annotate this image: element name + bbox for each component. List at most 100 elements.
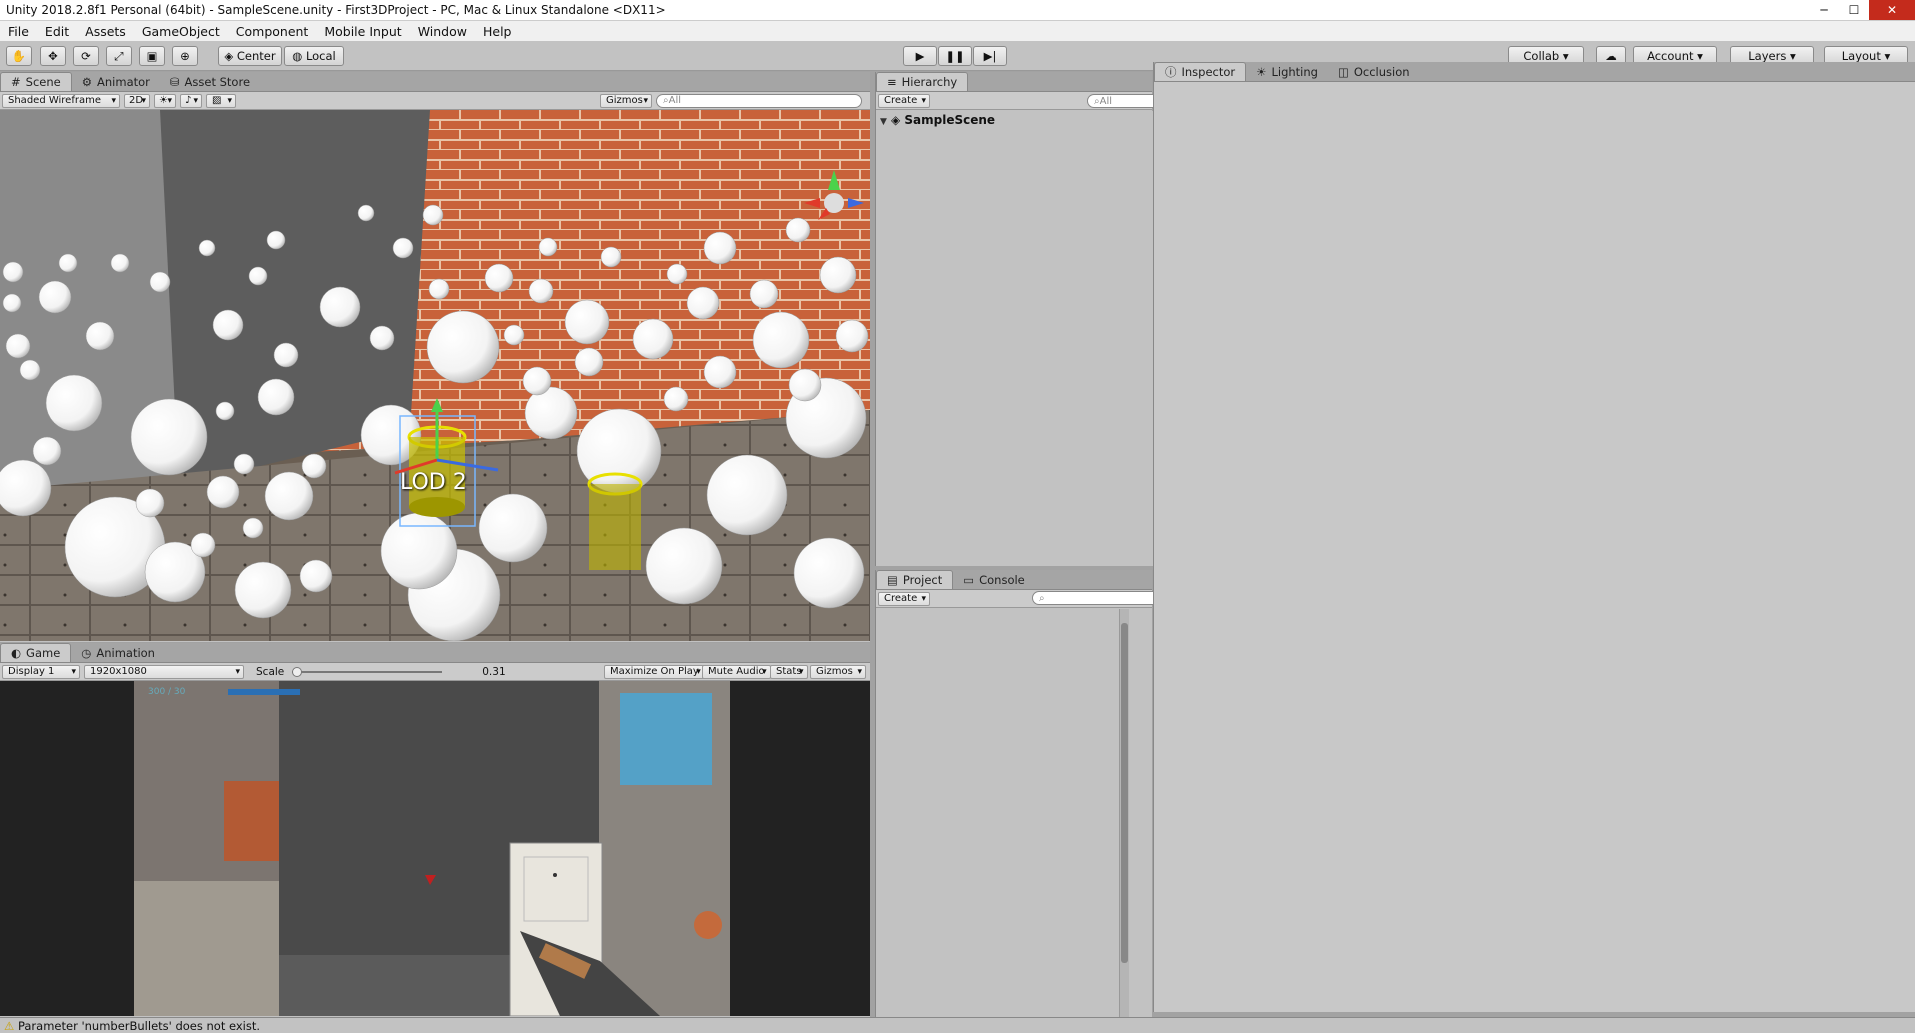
lighting-toggle-icon[interactable]: ☀ <box>154 93 176 108</box>
pivot-center-button[interactable]: ◈ Center <box>218 46 282 66</box>
scene-root[interactable]: ▼ ◈ SampleScene <box>876 112 1153 128</box>
rect-tool-icon[interactable]: ▣ <box>139 46 165 66</box>
scene-root-label: SampleScene <box>904 113 996 127</box>
hierarchy-panel: ≡ Hierarchy Create ▼◈ SampleScene <box>875 72 1153 566</box>
hand-tool-icon[interactable]: ✋ <box>6 46 32 66</box>
game-panel: ◐ Game ◷ Animation Display 1 1920x1080 Sca… <box>0 643 870 1017</box>
menu-mobile-input[interactable]: Mobile Input <box>316 24 409 39</box>
effects-toggle-icon[interactable]: ▨ <box>206 93 236 108</box>
shading-mode-dropdown[interactable]: Shaded Wireframe <box>2 93 120 108</box>
play-button[interactable]: ▶ <box>903 46 937 66</box>
menu-file[interactable]: File <box>0 24 37 39</box>
maximize-button[interactable]: ☐ <box>1839 0 1869 20</box>
collab-label: Collab <box>1523 49 1560 63</box>
tab-hierarchy[interactable]: ≡ Hierarchy <box>876 72 969 91</box>
globe-icon: ◍ <box>292 49 306 63</box>
mute-audio-toggle[interactable]: Mute Audio <box>702 664 771 679</box>
project-create-dropdown[interactable]: Create <box>878 591 930 606</box>
stats-toggle[interactable]: Stats <box>770 664 808 679</box>
status-message: Parameter 'numberBullets' does not exist… <box>17 1018 261 1033</box>
pause-button[interactable]: ❚❚ <box>938 46 972 66</box>
tab-hierarchy-label: Hierarchy <box>901 75 958 89</box>
tab-asset-store-label: Asset Store <box>184 74 251 89</box>
maximize-on-play-toggle[interactable]: Maximize On Play <box>604 664 705 679</box>
lod-overlay-label: LOD 2 <box>400 470 467 495</box>
tab-occlusion[interactable]: ◫ Occlusion <box>1328 62 1420 81</box>
rotate-tool-icon[interactable]: ⟳ <box>73 46 99 66</box>
project-panel: ▤ Project ▭ Console Create <box>875 570 1152 1017</box>
tab-lighting[interactable]: ☀ Lighting <box>1246 62 1328 81</box>
minimize-button[interactable]: ─ <box>1809 0 1839 20</box>
audio-toggle-icon[interactable]: ♪ <box>180 93 202 108</box>
hierarchy-icon: ≡ <box>887 75 897 89</box>
folder-tree-scrollbar[interactable] <box>1119 609 1129 1017</box>
scale-tool-icon[interactable]: ⤢ <box>106 46 132 66</box>
move-tool-icon[interactable]: ✥ <box>40 46 66 66</box>
ammo-counter: 300 / 30 <box>148 687 186 697</box>
tab-animation-label: Animation <box>96 645 155 660</box>
game-control-bar: Display 1 1920x1080 Scale 0.31 Maximize … <box>0 663 870 681</box>
window-titlebar: Unity 2018.2.8f1 Personal (64bit) - Samp… <box>0 0 1915 21</box>
tab-console[interactable]: ▭ Console <box>953 570 1035 589</box>
game-tabbar: ◐ Game ◷ Animation <box>0 643 870 663</box>
project-tabbar: ▤ Project ▭ Console <box>876 570 1152 590</box>
project-folder-tree <box>876 609 1118 1017</box>
scale-label: Scale <box>256 665 285 678</box>
game-render <box>134 681 730 1016</box>
info-icon: ⓘ <box>1165 65 1177 79</box>
tab-animation[interactable]: ◷ Animation <box>71 643 165 662</box>
occlusion-icon: ◫ <box>1337 64 1349 79</box>
menu-gameobject[interactable]: GameObject <box>134 24 228 39</box>
tab-scene[interactable]: # Scene <box>0 72 72 91</box>
tab-project[interactable]: ▤ Project <box>876 570 954 589</box>
menu-assets[interactable]: Assets <box>77 24 134 39</box>
scene-icon: # <box>11 75 21 89</box>
pivot-local-button[interactable]: ◍ Local <box>284 46 344 66</box>
hierarchy-tabbar: ≡ Hierarchy <box>876 72 1152 92</box>
hierarchy-create-dropdown[interactable]: Create <box>878 93 930 108</box>
game-gizmos-dropdown[interactable]: Gizmos <box>810 664 866 679</box>
scale-slider-thumb[interactable] <box>292 666 303 677</box>
tab-inspector[interactable]: ⓘ Inspector <box>1154 62 1247 81</box>
scale-value: 0.31 <box>482 665 506 678</box>
tab-occlusion-label: Occlusion <box>1353 64 1410 79</box>
animator-icon: ⚙ <box>81 74 93 89</box>
scene-render <box>0 110 870 641</box>
tab-project-label: Project <box>902 573 943 587</box>
layout-label: Layout <box>1841 49 1881 63</box>
tab-lighting-label: Lighting <box>1271 64 1318 79</box>
2d-toggle[interactable]: 2D <box>124 93 150 108</box>
display-dropdown[interactable]: Display 1 <box>2 664 80 679</box>
folder-tree-scroll-thumb[interactable] <box>1121 623 1128 963</box>
account-label: Account <box>1647 49 1694 63</box>
scene-control-bar: Shaded Wireframe 2D ☀ ♪ ▨ Gizmos ⌕All <box>0 92 870 110</box>
tab-animator[interactable]: ⚙ Animator <box>72 72 160 91</box>
layers-label: Layers <box>1748 49 1787 63</box>
scene-search-placeholder: All <box>668 95 682 106</box>
status-bar[interactable]: ⚠ Parameter 'numberBullets' does not exi… <box>0 1017 1915 1033</box>
tab-game[interactable]: ◐ Game <box>0 643 72 662</box>
tab-asset-store[interactable]: ⛁ Asset Store <box>160 72 260 91</box>
resolution-dropdown[interactable]: 1920x1080 <box>84 664 244 679</box>
menu-window[interactable]: Window <box>410 24 475 39</box>
tab-console-label: Console <box>979 572 1025 587</box>
local-label: Local <box>305 49 336 63</box>
scene-gizmos-dropdown[interactable]: Gizmos <box>600 93 652 108</box>
pivot-icon: ◈ <box>224 49 237 63</box>
transform-tool-icon[interactable]: ⊕ <box>172 46 198 66</box>
scale-slider[interactable] <box>292 666 443 677</box>
step-button[interactable]: ▶| <box>973 46 1007 66</box>
menu-component[interactable]: Component <box>228 24 317 39</box>
folder-icon: ▤ <box>887 573 898 587</box>
lighting-icon: ☀ <box>1256 64 1267 79</box>
animation-icon: ◷ <box>81 645 92 660</box>
game-icon: ◐ <box>11 646 22 660</box>
close-button[interactable]: ✕ <box>1869 0 1915 20</box>
console-icon: ▭ <box>963 572 975 587</box>
menu-edit[interactable]: Edit <box>37 24 77 39</box>
menu-help[interactable]: Help <box>475 24 520 39</box>
scene-viewport[interactable]: LOD 2 <box>0 110 870 641</box>
scene-search-input[interactable]: ⌕ All <box>656 93 862 108</box>
game-viewport[interactable]: 300 / 30 <box>0 681 870 1016</box>
menu-bar: File Edit Assets GameObject Component Mo… <box>0 21 1915 41</box>
